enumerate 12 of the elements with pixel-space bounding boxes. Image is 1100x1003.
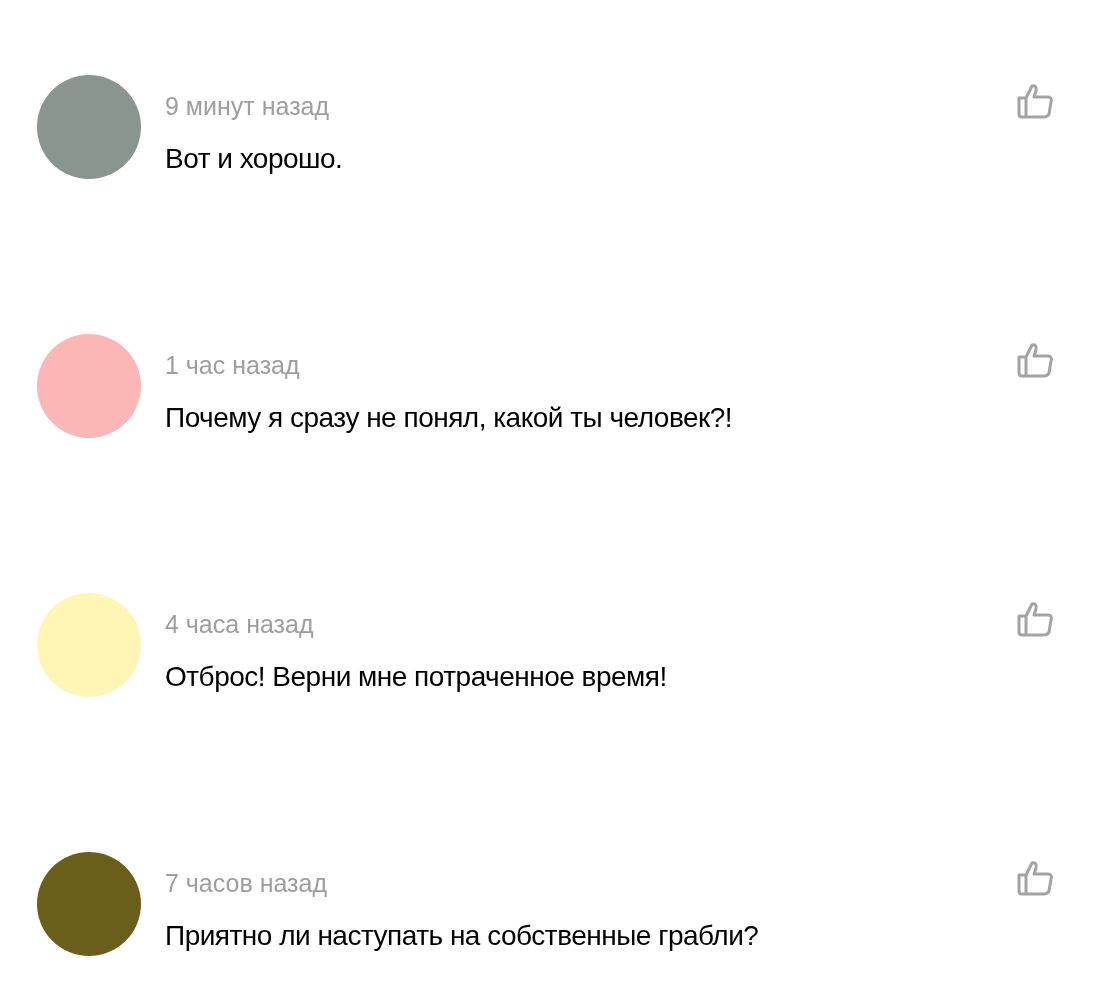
- thumbs-up-icon[interactable]: [1016, 601, 1054, 637]
- thumbs-up-icon[interactable]: [1016, 83, 1054, 119]
- comment-text: Почему я сразу не понял, какой ты человек?!: [165, 402, 734, 434]
- comment-time: 4 часа назад: [165, 609, 315, 639]
- thumbs-up-icon[interactable]: [1016, 342, 1054, 378]
- comment-text: Приятно ли наступать на собственные грабли?: [165, 920, 760, 952]
- thumbs-up-icon[interactable]: [1016, 860, 1054, 896]
- comment-text: Вот и хорошо.: [165, 143, 344, 175]
- comment-text: Отброс! Верни мне потраченное время!: [165, 661, 668, 693]
- comment-time: 9 минут назад: [165, 91, 331, 121]
- comment-time: 1 час назад: [165, 350, 301, 380]
- comment-time: 7 часов назад: [165, 868, 329, 898]
